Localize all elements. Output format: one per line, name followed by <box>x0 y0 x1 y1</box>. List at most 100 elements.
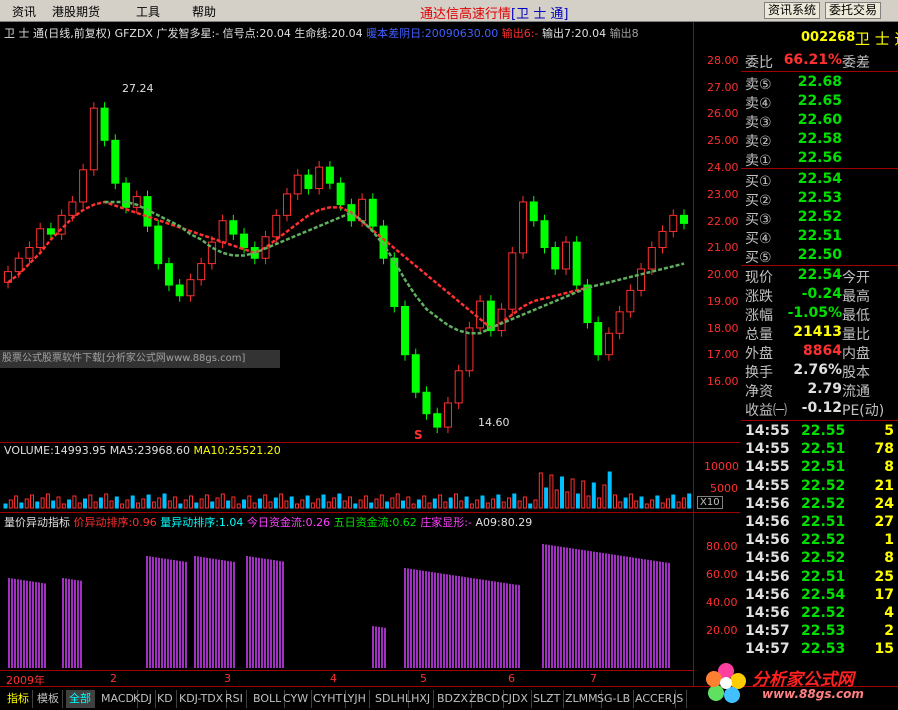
tab-模板[interactable]: 模板 <box>34 690 63 708</box>
stat-value: 8864 <box>803 343 842 359</box>
indicator-bars <box>8 544 670 668</box>
candle-body <box>325 166 334 184</box>
info-system-button[interactable]: 资讯系统 <box>764 2 821 19</box>
logo-url: www.88gs.com <box>762 687 864 701</box>
volume-bar <box>157 497 162 509</box>
volume-chart <box>3 471 692 509</box>
volume-bar <box>485 502 490 509</box>
candle-body <box>401 305 410 356</box>
indicator-bar <box>551 545 553 668</box>
indicator-bar <box>20 579 22 668</box>
indicator-bar <box>279 560 281 668</box>
menu-item-help[interactable]: 帮助 <box>192 3 216 20</box>
divider <box>741 265 898 266</box>
candle-body <box>680 214 688 224</box>
indicator-bar <box>381 627 383 668</box>
indicator-bar <box>479 579 481 668</box>
watermark: 股票公式股票软件下载[分析家公式网www.88gs.com] <box>0 350 280 368</box>
volume-bar <box>242 499 246 509</box>
volume-bar <box>30 494 34 509</box>
menu-item-tools[interactable]: 工具 <box>136 3 160 20</box>
indicator-bar <box>512 584 514 668</box>
candle-body <box>540 220 549 249</box>
tab-kdj[interactable]: KDJ <box>130 690 156 708</box>
sell-level-value: 22.68 <box>797 74 842 90</box>
volume-bar <box>496 494 501 509</box>
app-title: 通达信高速行情[卫 士 通] <box>420 3 568 22</box>
indicator-bar <box>35 582 37 668</box>
buy-level-label: 买① <box>745 174 772 190</box>
stock-name: 卫 士 通 <box>855 30 898 48</box>
trade-time: 14:57 <box>745 641 790 658</box>
trade-time: 14:55 <box>745 477 790 494</box>
tab-cjdx[interactable]: CJDX <box>498 690 532 708</box>
volume-bar <box>300 499 305 509</box>
volume-bar <box>104 493 109 509</box>
indicator-bar <box>258 557 260 668</box>
trade-volume: 21 <box>874 477 894 494</box>
volume-bar <box>348 496 352 509</box>
stat-value: 21413 <box>793 324 842 340</box>
sell-level-value: 22.58 <box>797 131 842 147</box>
trade-tick: 14:56 22.52 8 <box>741 550 898 568</box>
volume-bar <box>395 493 400 509</box>
indicator-bar <box>629 557 631 668</box>
main-out7: 输出7:20.04 <box>541 27 607 40</box>
indicator-bar <box>233 561 235 668</box>
tab-kd[interactable]: KD <box>154 690 177 708</box>
volume-bar <box>623 497 628 509</box>
candle-body <box>594 322 603 356</box>
chart-area[interactable]: 卫 士 通(日线,前复权) GFZDX 广发智多星:- 信号点:20.04 生命… <box>0 22 740 687</box>
indicator-bar <box>575 548 577 668</box>
indicator-bar <box>38 582 40 668</box>
tab-sg-lb[interactable]: SG-LB <box>594 690 635 708</box>
trade-time: 14:57 <box>745 623 790 640</box>
indicator-bar <box>659 561 661 668</box>
volume-bar <box>475 499 480 509</box>
indicator-bar <box>372 626 374 668</box>
volume-bar <box>438 494 443 509</box>
volume-bar <box>204 494 209 509</box>
volume-bar <box>279 493 284 509</box>
x-label: 7 <box>590 672 597 685</box>
indicator-bar <box>596 552 598 668</box>
divider <box>0 512 740 513</box>
divider <box>741 420 898 421</box>
tab-rsi[interactable]: RSI <box>222 690 247 708</box>
indicator-bar <box>509 583 511 668</box>
tab-kdj-tdx[interactable]: KDJ-TDX <box>176 690 228 708</box>
indicator-bar <box>194 556 196 668</box>
indicator-bar <box>437 572 439 668</box>
volume-bar <box>61 503 66 509</box>
tab-全部[interactable]: 全部 <box>66 690 95 708</box>
tab-slzt[interactable]: SLZT <box>530 690 565 708</box>
volume-bar <box>305 495 310 509</box>
indicator-bar <box>431 572 433 668</box>
sell-level-label: 卖③ <box>745 115 772 131</box>
volume-bar <box>570 478 575 509</box>
indicator-bar <box>515 584 517 668</box>
candle-body <box>293 174 302 195</box>
sell-level-label: 卖② <box>745 134 772 150</box>
indicator-bar <box>176 560 178 668</box>
buy-level: 买③ 22.52 <box>741 209 898 228</box>
menu-item-hk-futures[interactable]: 港股期货 <box>52 3 100 20</box>
stat-label: 换手 <box>745 365 773 381</box>
menu-item-news[interactable]: 资讯 <box>12 3 36 20</box>
tab-指标[interactable]: 指标 <box>4 690 33 708</box>
indicator-bar <box>152 556 154 668</box>
tab-js[interactable]: JS <box>670 690 688 708</box>
x-label: 6 <box>508 672 515 685</box>
tab-cyw[interactable]: CYW <box>280 690 313 708</box>
tab-lhxj[interactable]: LHXJ <box>402 690 435 708</box>
x-label: 2 <box>110 672 117 685</box>
main-lifeline: 生命线:20.04 <box>294 27 363 40</box>
volume-bar <box>146 494 151 509</box>
buy-level-label: 买② <box>745 193 772 209</box>
stat-label: 收益㈠ <box>745 403 787 419</box>
indicator-chart <box>8 544 670 668</box>
trade-button[interactable]: 委托交易 <box>825 2 882 19</box>
divider <box>693 22 694 686</box>
tab-lyjh[interactable]: LYJH <box>340 690 370 708</box>
indicator-bar <box>434 572 436 668</box>
